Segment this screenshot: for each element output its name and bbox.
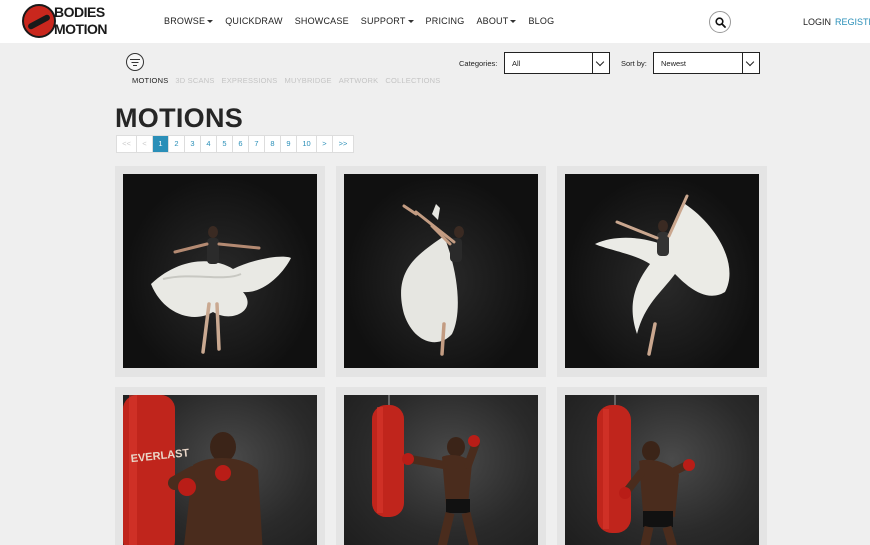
motion-thumbnail: EVERLAST (123, 395, 317, 545)
logo-emblem (22, 4, 56, 38)
page-2[interactable]: 2 (169, 136, 185, 152)
nav-label: SHOWCASE (294, 16, 349, 26)
category-subtabs: MOTIONS 3D SCANS EXPRESSIONS MUYBRIDGE A… (132, 76, 447, 85)
page-next[interactable]: > (317, 136, 333, 152)
motion-card[interactable] (336, 166, 546, 377)
page-8[interactable]: 8 (265, 136, 281, 152)
nav-label: QUICKDRAW (225, 16, 283, 26)
motion-thumbnail (565, 174, 759, 368)
nav-item-browse[interactable]: BROWSE (164, 16, 214, 26)
motion-card[interactable] (557, 387, 767, 545)
page-title: MOTIONS (115, 103, 244, 133)
page-3[interactable]: 3 (185, 136, 201, 152)
motion-thumbnail (123, 174, 317, 368)
main-nav: BROWSE QUICKDRAW SHOWCASE SUPPORT PRICIN… (164, 16, 566, 26)
filter-icon[interactable] (126, 53, 144, 71)
subtab-expressions[interactable]: EXPRESSIONS (222, 76, 278, 85)
nav-item-support[interactable]: SUPPORT (361, 16, 414, 26)
motion-thumbnail (344, 174, 538, 368)
brand-logo[interactable]: BODIES MOTION (22, 3, 108, 39)
page-5[interactable]: 5 (217, 136, 233, 152)
subtab-3d-scans[interactable]: 3D SCANS (175, 76, 214, 85)
categories-value: All (512, 59, 521, 68)
motion-card[interactable]: EVERLAST (115, 387, 325, 545)
nav-item-pricing[interactable]: PRICING (426, 16, 465, 26)
page-last[interactable]: >> (333, 136, 353, 152)
subtab-collections[interactable]: COLLECTIONS (385, 76, 440, 85)
search-icon (715, 17, 726, 28)
caret-down-icon (407, 20, 414, 24)
nav-label: BROWSE (164, 16, 206, 26)
motion-thumbnail (565, 395, 759, 545)
nav-item-about[interactable]: ABOUT (476, 16, 517, 26)
nav-label: BLOG (528, 16, 555, 26)
page-9[interactable]: 9 (281, 136, 297, 152)
nav-label: ABOUT (476, 16, 509, 26)
caret-down-icon (510, 20, 517, 24)
site-header: BODIES MOTION BROWSE QUICKDRAW SHOWCASE … (0, 0, 870, 43)
caret-down-icon (207, 20, 214, 24)
page-10[interactable]: 10 (297, 136, 317, 152)
chevron-down-icon (742, 53, 759, 73)
categories-label: Categories: (459, 59, 498, 68)
logo-text-line2: MOTION (54, 21, 108, 37)
motion-card[interactable] (336, 387, 546, 545)
login-link[interactable]: LOGIN (803, 17, 831, 27)
subtab-muybridge[interactable]: MUYBRIDGE (285, 76, 332, 85)
page-6[interactable]: 6 (233, 136, 249, 152)
page-first[interactable]: << (117, 136, 137, 152)
subtab-artwork[interactable]: ARTWORK (339, 76, 379, 85)
categories-select[interactable]: All (504, 52, 610, 74)
chevron-down-icon (592, 53, 609, 73)
motion-thumbnail (344, 395, 538, 545)
register-link[interactable]: REGISTER (835, 17, 870, 27)
page-7[interactable]: 7 (249, 136, 265, 152)
sort-label: Sort by: (621, 59, 647, 68)
search-button[interactable] (709, 11, 731, 33)
sort-select[interactable]: Newest (653, 52, 760, 74)
nav-label: PRICING (425, 16, 465, 26)
nav-item-quickdraw[interactable]: QUICKDRAW (225, 16, 282, 26)
page-prev[interactable]: < (137, 136, 153, 152)
page-4[interactable]: 4 (201, 136, 217, 152)
logo-text-line1: BODIES (54, 4, 105, 20)
sort-value: Newest (661, 59, 687, 68)
nav-label: SUPPORT (360, 16, 406, 26)
subtab-motions[interactable]: MOTIONS (132, 76, 168, 85)
page-1[interactable]: 1 (153, 136, 169, 152)
motion-card[interactable] (115, 166, 325, 377)
motion-card[interactable] (557, 166, 767, 377)
pagination: << < 1 2 3 4 5 6 7 8 9 10 > >> (116, 135, 354, 153)
nav-item-showcase[interactable]: SHOWCASE (295, 16, 349, 26)
nav-item-blog[interactable]: BLOG (528, 16, 554, 26)
